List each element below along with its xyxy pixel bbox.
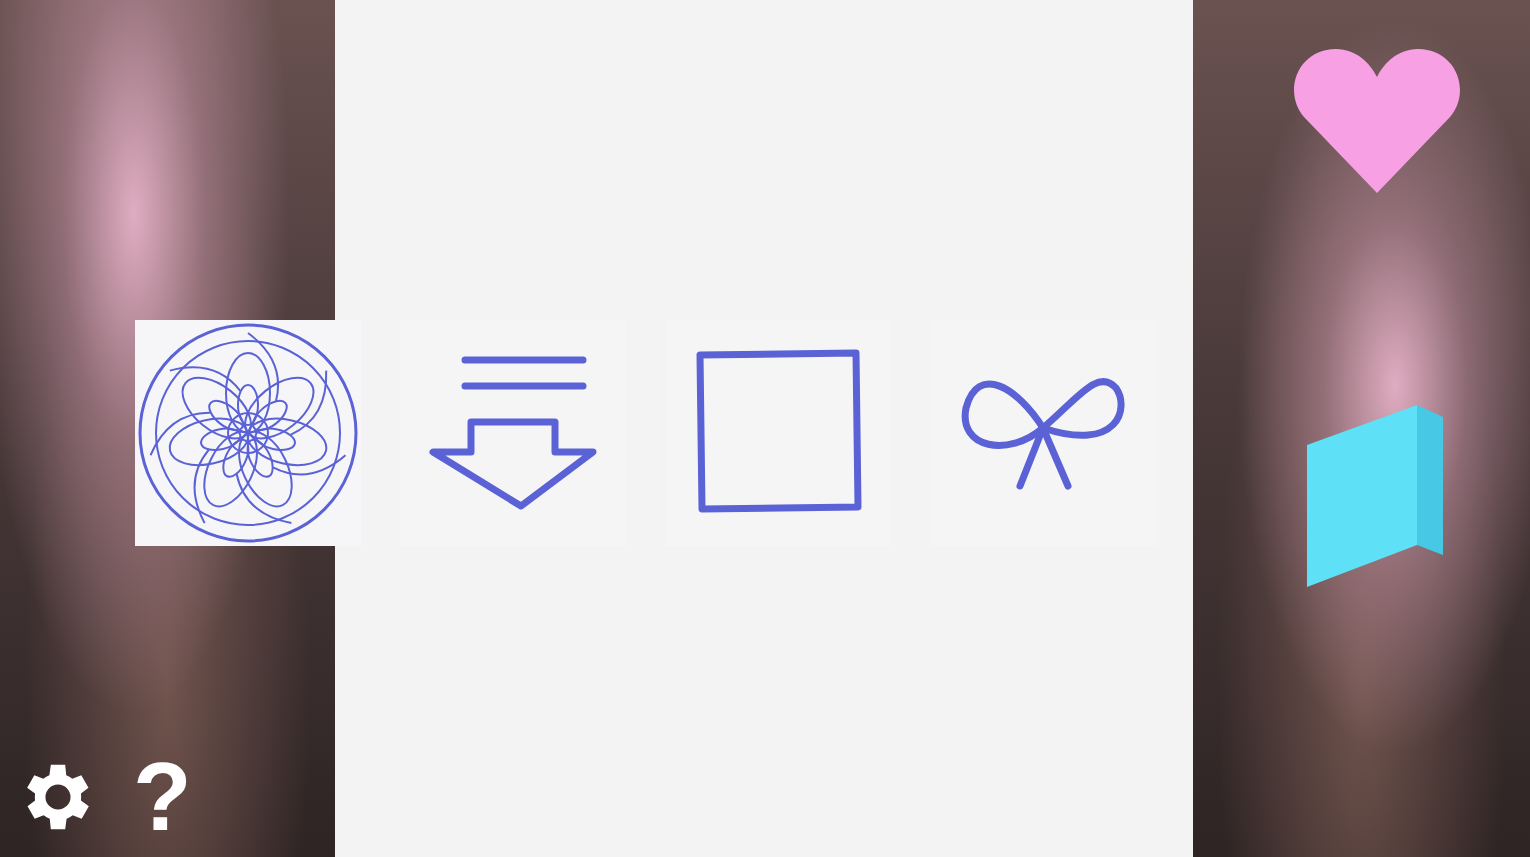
tile[interactable] [665,320,891,546]
tile-row [135,320,1156,546]
square-icon [692,347,864,519]
tile[interactable] [135,320,361,546]
help-button[interactable]: ? [129,749,196,845]
tile[interactable] [400,320,626,546]
mandala-icon [136,321,360,545]
tile[interactable] [930,320,1156,546]
bottom-bar: ? [0,749,335,857]
right-backdrop [1193,0,1530,857]
bow-icon [958,368,1128,498]
gear-icon[interactable] [15,754,101,840]
game-screen: ? [0,0,1530,857]
heart-icon[interactable] [1294,45,1460,195]
drop-arrow-icon [423,348,603,518]
book-icon[interactable] [1307,405,1447,587]
